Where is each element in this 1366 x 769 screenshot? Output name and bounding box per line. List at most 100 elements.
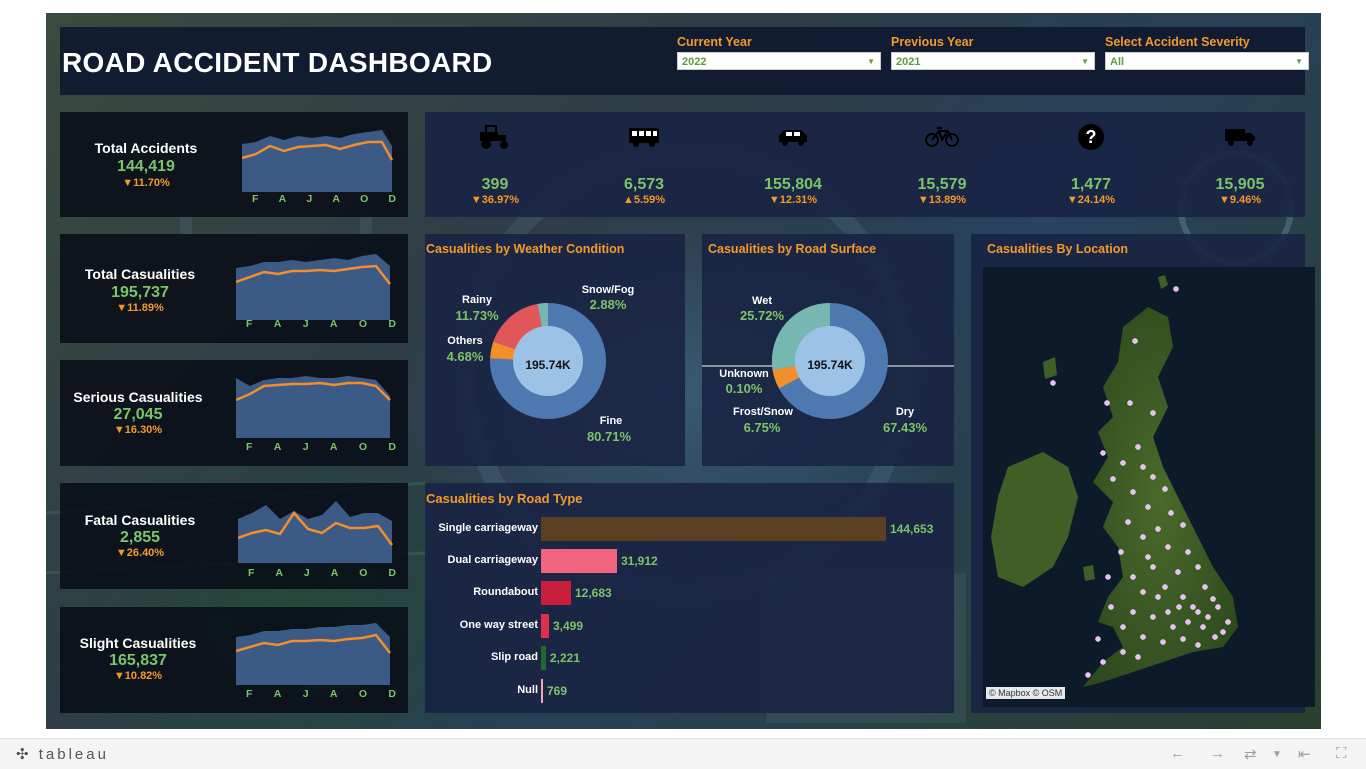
- bar-row-slip[interactable]: Slip road 2,221: [425, 646, 954, 670]
- kpi-change: ▼10.82%: [113, 670, 163, 682]
- vehicle-tractor[interactable]: 399 ▼36.97%: [420, 122, 570, 206]
- filter-current-year: Current Year 2022 ▼: [677, 35, 881, 70]
- bar-value: 2,221: [550, 651, 581, 665]
- filter-accident-severity: Select Accident Severity All ▼: [1105, 35, 1309, 70]
- tableau-logo[interactable]: ✣ tableau: [16, 745, 109, 763]
- bicycle-icon: [867, 122, 1017, 152]
- vehicle-value: 155,804: [764, 176, 822, 193]
- accident-severity-select[interactable]: All ▼: [1105, 52, 1309, 70]
- donut-label-name: Others: [447, 335, 483, 347]
- header-bar: ROAD ACCIDENT DASHBOARD Current Year 202…: [60, 27, 1309, 95]
- tableau-plus-icon: ✣: [16, 746, 32, 763]
- donut-label-pct: 4.68%: [446, 349, 484, 364]
- donut-label-pct: 80.71%: [586, 429, 632, 444]
- kpi-card-serious-casualities[interactable]: Serious Casualities 27,045 ▼16.30% FAJAO…: [60, 360, 408, 466]
- sparkline-chart: [242, 130, 394, 192]
- vehicle-change: ▼36.97%: [470, 194, 520, 206]
- donut-label-name: Fine: [599, 415, 623, 427]
- panel-title: Casualities by Road Surface: [708, 242, 877, 256]
- bar-value: 3,499: [553, 619, 584, 633]
- vehicle-bicycle[interactable]: 15,579 ▼13.89%: [867, 122, 1017, 206]
- bar-row-dual[interactable]: Dual carriageway 31,912: [425, 549, 954, 573]
- bar-label: Dual carriageway: [447, 554, 539, 566]
- previous-year-select[interactable]: 2021 ▼: [891, 52, 1095, 70]
- vehicle-value: 399: [481, 176, 509, 193]
- kpi-card-total-casualities[interactable]: Total Casualities 195,737 ▼11.89% FAJAOD: [60, 234, 408, 343]
- svg-text:?: ?: [1086, 127, 1097, 147]
- vehicle-change: ▼24.14%: [1066, 194, 1116, 206]
- chevron-down-icon: ▼: [1081, 57, 1089, 66]
- weather-condition-panel: Casualities by Weather Condition 195.74K…: [425, 234, 685, 466]
- reset-icon[interactable]: ⇤: [1298, 745, 1311, 763]
- dashboard-canvas: ROAD ACCIDENT DASHBOARD Current Year 202…: [46, 13, 1321, 729]
- filter-label: Previous Year: [891, 35, 974, 49]
- question-icon: ?: [1016, 122, 1166, 152]
- donut-label-name: Wet: [752, 295, 772, 307]
- kpi-value: 165,837: [109, 652, 167, 669]
- bar-label: One way street: [459, 619, 538, 631]
- current-year-select[interactable]: 2022 ▼: [677, 52, 881, 70]
- tableau-toolbar: ✣ tableau ← → ⇄ ▼ ⇤ ⛶: [0, 738, 1366, 769]
- kpi-value: 195,737: [111, 284, 169, 301]
- kpi-value: 144,419: [117, 158, 175, 175]
- sparkline-chart: [236, 254, 391, 320]
- bar-row-null[interactable]: Null 769: [425, 679, 954, 703]
- uk-map[interactable]: © Mapbox © OSM: [983, 267, 1315, 707]
- vehicle-value: 15,905: [1215, 176, 1265, 193]
- kpi-name: Slight Casualities: [79, 635, 197, 651]
- vehicle-truck[interactable]: 15,905 ▼9.46%: [1165, 122, 1315, 206]
- select-value: All: [1110, 56, 1125, 68]
- redo-icon[interactable]: →: [1210, 745, 1225, 762]
- kpi-card-slight-casualities[interactable]: Slight Casualities 165,837 ▼10.82% FAJAO…: [60, 607, 408, 713]
- dashboard-title: ROAD ACCIDENT DASHBOARD: [62, 47, 493, 78]
- donut-label-name: Unknown: [719, 368, 769, 380]
- filter-previous-year: Previous Year 2021 ▼: [891, 35, 1095, 70]
- kpi-card-fatal-casualities[interactable]: Fatal Casualities 2,855 ▼26.40% FAJAOD: [60, 483, 408, 589]
- donut-label-pct: 25.72%: [739, 308, 785, 323]
- kpi-name: Serious Casualities: [73, 389, 203, 405]
- bus-icon: [569, 122, 719, 152]
- kpi-value: 2,855: [119, 529, 161, 546]
- vehicle-other[interactable]: ? 1,477 ▼24.14%: [1016, 122, 1166, 206]
- kpi-change: ▼26.40%: [115, 547, 165, 559]
- donut-label-name: Rainy: [462, 294, 492, 306]
- uk-map-graphic: [991, 275, 1238, 687]
- bar-one-way-street: [541, 614, 549, 638]
- tractor-icon: [420, 122, 570, 152]
- panel-title: Casualities by Weather Condition: [426, 242, 625, 256]
- vehicle-change: ▼13.89%: [917, 194, 967, 206]
- vehicle-car[interactable]: 155,804 ▼12.31%: [718, 122, 868, 206]
- map-attribution[interactable]: © Mapbox © OSM: [986, 687, 1066, 699]
- vehicle-bus[interactable]: 6,573 ▲5.59%: [569, 122, 719, 206]
- spark-month-axis: FAJAOD: [252, 193, 396, 205]
- bar-row-single[interactable]: Single carriageway 144,653: [425, 517, 954, 541]
- donut-label-pct: 67.43%: [882, 420, 928, 435]
- panel-title: Casualities By Location: [987, 242, 1129, 256]
- kpi-name: Total Casualities: [84, 266, 196, 282]
- kpi-change: ▼11.70%: [122, 177, 170, 189]
- select-value: 2022: [682, 56, 707, 68]
- undo-icon[interactable]: ←: [1170, 745, 1185, 762]
- bar-label: Null: [517, 684, 538, 696]
- chevron-down-icon[interactable]: ▼: [1272, 749, 1282, 760]
- bar-label: Roundabout: [473, 586, 538, 598]
- vehicle-change: ▲5.59%: [622, 194, 666, 206]
- car-icon: [718, 122, 868, 152]
- revert-icon[interactable]: ⇄: [1244, 745, 1257, 763]
- bar-row-oneway[interactable]: One way street 3,499: [425, 614, 954, 638]
- chevron-down-icon: ▼: [1295, 57, 1303, 66]
- bar-single-carriageway: [541, 517, 886, 541]
- vehicle-type-strip: 399 ▼36.97% 6,573 ▲5.59% 155,804 ▼12.31%…: [425, 112, 1305, 217]
- kpi-name: Fatal Casualities: [84, 512, 196, 528]
- kpi-card-total-accidents[interactable]: Total Accidents 144,419 ▼11.70% FAJAOD: [60, 112, 408, 217]
- fullscreen-icon[interactable]: ⛶: [1336, 745, 1347, 762]
- kpi-value: 27,045: [113, 406, 163, 423]
- road-surface-panel: Casualities by Road Surface 195.74K Wet …: [702, 234, 954, 466]
- bar-label: Slip road: [490, 651, 538, 663]
- spark-month-axis: FAJAOD: [248, 567, 396, 579]
- vehicle-value: 15,579: [917, 176, 967, 193]
- spark-month-axis: FAJAOD: [246, 441, 396, 453]
- sparkline-chart: [236, 376, 391, 438]
- bar-row-roundabout[interactable]: Roundabout 12,683: [425, 581, 954, 605]
- kpi-change: ▼16.30%: [113, 424, 163, 436]
